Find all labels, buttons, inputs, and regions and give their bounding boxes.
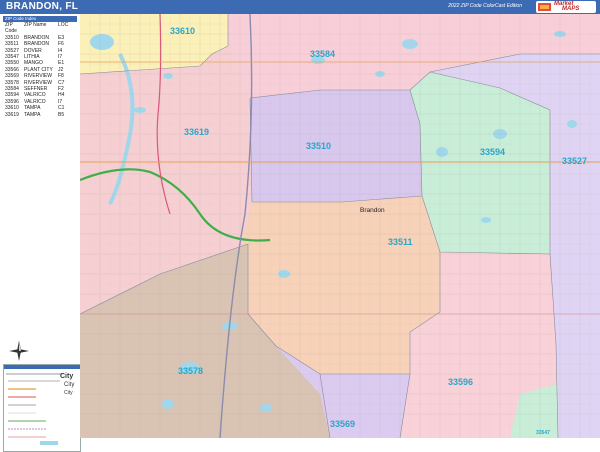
zip-label: 33547 [536,430,550,436]
zip-label: 33578 [178,366,203,376]
key-city-small: City [64,390,73,396]
map-canvas[interactable]: 33610 33584 33619 33510 33594 33527 3351… [80,14,600,438]
lake [481,217,491,223]
map-svg: 33610 33584 33619 33510 33594 33527 3351… [80,14,600,438]
svg-text:N: N [18,340,20,344]
map-key: City City City [3,364,81,452]
zip-code-cell: 33619 [5,111,19,118]
zip-zone-33510 [250,90,422,202]
col-header-name: ZIP Name [24,22,47,28]
logo-icon [538,3,551,11]
zip-label: 33619 [184,127,209,137]
key-row-bg [6,373,62,375]
zip-name-cell: TAMPA [24,111,41,118]
map-title: BRANDON, FL [6,1,79,12]
zip-label: 33569 [330,419,355,429]
key-city-medium: City [64,382,75,388]
zip-label: 33527 [562,156,587,166]
lake [90,34,114,50]
map-key-header [4,365,80,369]
compass-rose-icon: N [9,340,29,361]
zip-label: 33594 [480,147,505,157]
zip-label: 33510 [306,141,331,151]
key-symbols [8,380,60,445]
col-header-zip: ZIP Code [5,22,17,35]
lake [260,404,272,412]
zip-label: 33610 [170,26,195,36]
zip-label: 33596 [448,377,473,387]
logo-text-maps: MAPS [562,6,580,12]
zip-label: 33584 [310,49,335,59]
place-label-brandon: Brandon [360,207,385,214]
zip-index-header-row: ZIP Code ZIP Name LOC [3,22,77,35]
edition-label: 2022 ZIP Code ColorCast Edition [448,3,522,9]
col-header-loc: LOC [58,22,69,28]
sidebar: ZIP Code Index ZIP Code ZIP Name LOC 335… [0,14,81,452]
key-city-large: City [60,373,74,380]
publisher-logo: Market MAPS [536,1,596,13]
loc-cell: B5 [58,111,65,118]
zip-label: 33511 [388,237,413,247]
zip-index-row: 33619 TAMPA B5 [3,112,77,118]
lake [436,147,448,157]
zip-index-table: ZIP Code Index ZIP Code ZIP Name LOC 335… [3,16,77,118]
map-header: BRANDON, FL 2022 ZIP Code ColorCast Edit… [0,0,600,14]
